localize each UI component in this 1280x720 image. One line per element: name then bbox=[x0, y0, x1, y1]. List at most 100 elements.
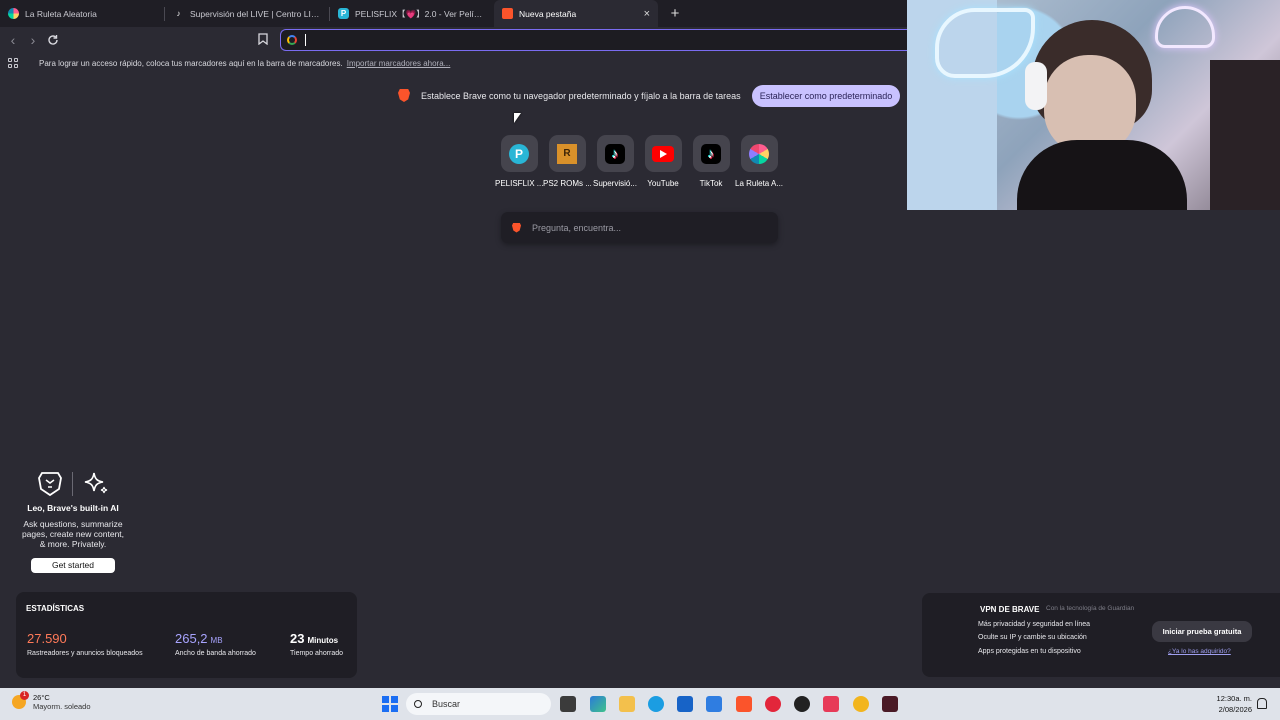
wheel-icon bbox=[749, 143, 769, 164]
bookmarks-bar-message: Para lograr un acceso rápido, coloca tus… bbox=[39, 58, 343, 68]
back-icon[interactable]: ‹ bbox=[4, 31, 22, 49]
top-site-label: PELISFLIX ... bbox=[495, 179, 543, 188]
vpn-feature: Oculte su IP y cambie su ubicación bbox=[978, 634, 1087, 641]
edge-icon[interactable] bbox=[648, 696, 664, 712]
vpn-subtitle: Con la tecnología de Guardian bbox=[1046, 605, 1135, 612]
set-default-button[interactable]: Establecer como predeterminado bbox=[751, 84, 901, 107]
tab-strip: La Ruleta Aleatoria ♪ Supervisión del LI… bbox=[0, 0, 907, 27]
stat-time: 23 Minutos Tiempo ahorrado bbox=[290, 630, 343, 657]
search-placeholder: Pregunta, encuentra... bbox=[532, 222, 622, 233]
bookmarks-bar: Para lograr un acceso rápido, coloca tus… bbox=[0, 53, 907, 73]
already-purchased-link[interactable]: ¿Ya lo has adquirido? bbox=[1168, 648, 1231, 655]
tab-nueva-pestana[interactable]: Nueva pestaña × bbox=[494, 0, 658, 27]
tab-label: Nueva pestaña bbox=[519, 8, 577, 19]
weather-temperature: 26°C bbox=[33, 693, 50, 702]
tab-label: Supervisión del LIVE | Centro LIVE de bbox=[190, 8, 321, 19]
close-icon[interactable]: × bbox=[644, 8, 650, 20]
search-input[interactable]: Pregunta, encuentra... bbox=[501, 212, 778, 243]
stat-unit: MB bbox=[210, 636, 223, 645]
leo-description: Ask questions, summarize pages, create n… bbox=[21, 519, 125, 549]
file-explorer-icon[interactable] bbox=[619, 696, 635, 712]
reload-icon[interactable] bbox=[44, 31, 62, 49]
sparkle-icon bbox=[84, 472, 107, 494]
top-site-label: La Ruleta A... bbox=[735, 179, 783, 188]
vpn-title: VPN DE BRAVE bbox=[980, 605, 1040, 614]
tiktok-icon: ♪ bbox=[605, 143, 625, 164]
top-site-ps2roms[interactable]: R PS2 ROMs ... bbox=[543, 135, 591, 188]
brave-shield-icon bbox=[37, 472, 62, 497]
top-site-supervision[interactable]: ♪ Supervisió... bbox=[591, 135, 639, 188]
stat-bandwidth: 265,2 MB Ancho de banda ahorrado bbox=[175, 630, 256, 657]
apps-grid-icon[interactable] bbox=[8, 57, 19, 69]
webcam-overlay bbox=[907, 0, 1280, 210]
stat-value: 23 bbox=[290, 631, 305, 646]
top-site-pelisflix[interactable]: P PELISFLIX ... bbox=[495, 135, 543, 188]
new-tab-button[interactable]: + bbox=[664, 3, 686, 25]
tab-label: PELISFLIX【💗】2.0 - Ver Películas Gr bbox=[355, 8, 486, 19]
stat-label: Ancho de banda ahorrado bbox=[175, 650, 256, 657]
tab-label: La Ruleta Aleatoria bbox=[25, 8, 97, 19]
sun-icon: 1 bbox=[12, 691, 29, 709]
stat-unit: Minutos bbox=[307, 636, 339, 645]
brave-icon bbox=[502, 8, 513, 19]
bookmark-icon[interactable] bbox=[258, 32, 272, 48]
system-clock[interactable]: 12:30a. m. 2/08/2026 bbox=[1210, 693, 1252, 715]
vpn-feature: Apps protegidas en tu dispositivo bbox=[978, 648, 1081, 655]
pelisflix-icon: P bbox=[338, 8, 349, 19]
google-icon bbox=[287, 35, 297, 45]
app-icon[interactable] bbox=[882, 696, 898, 712]
stat-label: Tiempo ahorrado bbox=[290, 650, 344, 657]
notification-badge: 1 bbox=[20, 691, 29, 700]
toolbar: ‹ › bbox=[0, 27, 907, 53]
start-trial-button[interactable]: Iniciar prueba gratuita bbox=[1152, 621, 1252, 642]
tab-supervision-live[interactable]: ♪ Supervisión del LIVE | Centro LIVE de bbox=[165, 0, 329, 27]
brave-lion-icon bbox=[512, 222, 521, 233]
copilot-icon[interactable] bbox=[590, 696, 606, 712]
top-site-youtube[interactable]: YouTube bbox=[639, 135, 687, 188]
mouse-cursor-icon bbox=[514, 113, 521, 123]
brave-lion-icon bbox=[398, 89, 410, 102]
obs-icon[interactable] bbox=[794, 696, 810, 712]
outlook-icon[interactable] bbox=[706, 696, 722, 712]
forward-icon[interactable]: › bbox=[24, 31, 42, 49]
stat-trackers: 27.590 Rastreadores y anuncios bloqueado… bbox=[27, 630, 143, 657]
clock-date: 2/08/2026 bbox=[1218, 705, 1252, 714]
tiktok-icon: ♪ bbox=[176, 9, 181, 18]
pelisflix-icon: P bbox=[509, 143, 529, 164]
address-bar[interactable] bbox=[280, 29, 907, 51]
top-site-tiktok[interactable]: ♪ TikTok bbox=[687, 135, 735, 188]
app-icon[interactable] bbox=[823, 696, 839, 712]
clock-time: 12:30a. m. bbox=[1216, 694, 1252, 703]
top-site-la-ruleta[interactable]: La Ruleta A... bbox=[735, 135, 783, 188]
ps2roms-icon: R bbox=[557, 143, 577, 164]
task-view-icon[interactable] bbox=[560, 696, 576, 712]
weather-widget[interactable]: 1 26°C Mayorm. soleado bbox=[12, 691, 91, 711]
get-started-button[interactable]: Get started bbox=[31, 558, 115, 573]
brave-taskbar-icon[interactable] bbox=[736, 696, 752, 712]
windows-start-icon[interactable] bbox=[382, 696, 398, 712]
youtube-icon bbox=[652, 145, 674, 162]
top-site-label: YouTube bbox=[647, 179, 679, 188]
stats-widget: ESTADÍSTICAS 27.590 Rastreadores y anunc… bbox=[16, 592, 357, 678]
divider bbox=[71, 472, 73, 496]
text-caret bbox=[305, 34, 306, 46]
tab-la-ruleta[interactable]: La Ruleta Aleatoria bbox=[0, 0, 164, 27]
taskbar-search-label: Buscar bbox=[432, 699, 461, 709]
vpn-widget: VPN DE BRAVE Con la tecnología de Guardi… bbox=[922, 593, 1280, 677]
weather-description: Mayorm. soleado bbox=[33, 702, 91, 711]
coin-app-icon[interactable] bbox=[853, 696, 869, 712]
wheel-icon bbox=[8, 8, 19, 19]
vpn-feature: Más privacidad y seguridad en línea bbox=[978, 621, 1091, 628]
top-site-label: PS2 ROMs ... bbox=[543, 179, 591, 188]
tab-pelisflix[interactable]: P PELISFLIX【💗】2.0 - Ver Películas Gr bbox=[330, 0, 494, 27]
stat-value: 27.590 bbox=[27, 631, 67, 646]
taskbar-search[interactable]: Buscar bbox=[406, 693, 551, 715]
import-bookmarks-link[interactable]: Importar marcadores ahora... bbox=[347, 59, 451, 68]
tiktok-icon: ♪ bbox=[701, 143, 721, 164]
notification-bell-icon[interactable] bbox=[1257, 698, 1267, 709]
store-icon[interactable] bbox=[677, 696, 693, 712]
leo-card: Leo, Brave's built-in AI Ask questions, … bbox=[18, 468, 128, 573]
opera-icon[interactable] bbox=[765, 696, 781, 712]
banner-text: Establece Brave como tu navegador predet… bbox=[421, 90, 741, 101]
stat-value: 265,2 bbox=[175, 631, 208, 646]
